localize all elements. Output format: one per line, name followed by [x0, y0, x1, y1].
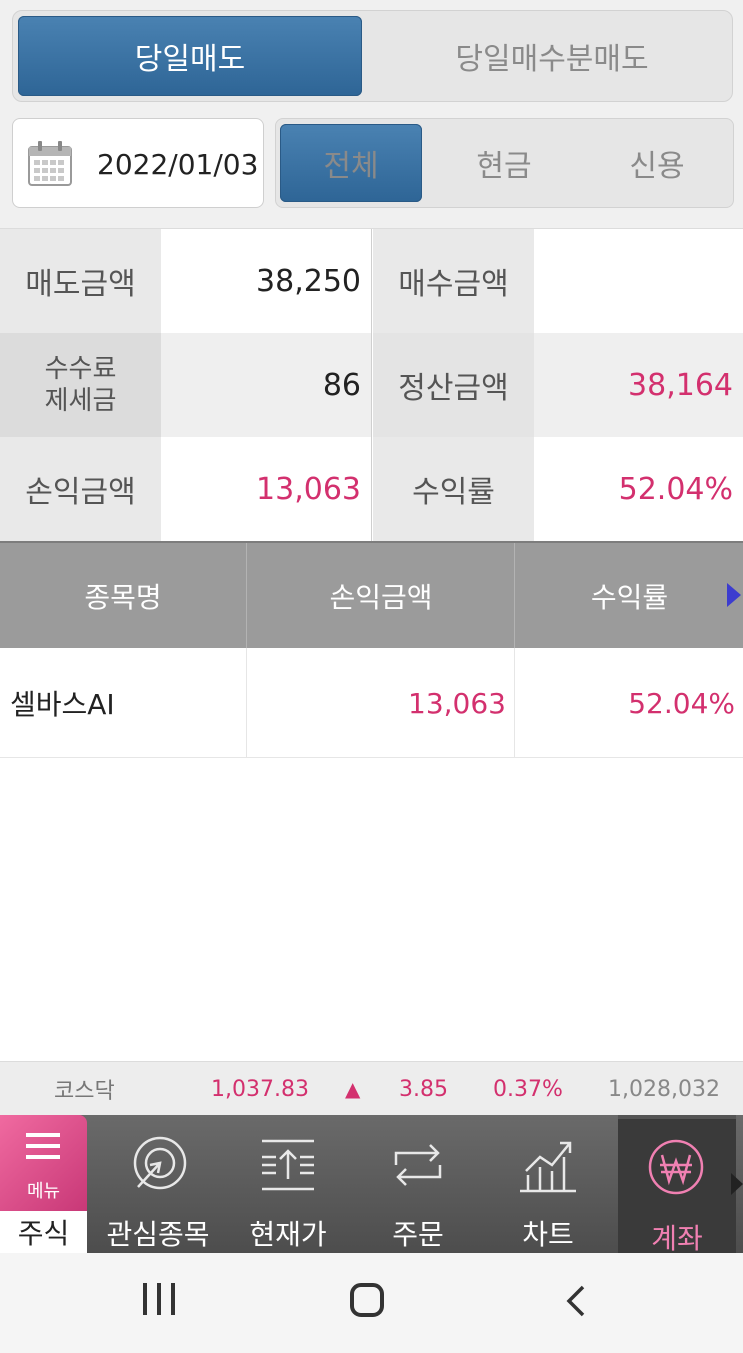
ticker-index-name: 코스닥 [54, 1079, 115, 1104]
chart-icon [520, 1141, 576, 1193]
filter-area: 당일매도 당일매수분매도 2022/01/03 전체 현금 신용 [0, 0, 743, 228]
bottom-tab-bar: 메뉴 주식 관심종목 현재가 주문 차트 계좌 [0, 1115, 743, 1255]
col-pl-amount[interactable]: 손익금액 [248, 543, 515, 648]
hamburger-icon [26, 1133, 60, 1159]
tab-chart[interactable]: 차트 [483, 1115, 613, 1253]
target-icon [133, 1136, 187, 1190]
fee-label: 수수료 [44, 354, 117, 384]
stock-return-rate: 52.04% [628, 686, 735, 720]
date-value: 2022/01/03 [97, 147, 259, 181]
tab-cash[interactable]: 현금 [433, 124, 575, 202]
settle-amount-value: 38,164 [534, 333, 743, 437]
tab-current-price[interactable]: 현재가 [223, 1115, 353, 1253]
tab-watchlist[interactable]: 관심종목 [93, 1115, 223, 1253]
stock-pl-amount: 13,063 [248, 648, 515, 758]
exchange-icon [394, 1144, 442, 1186]
return-rate-label: 수익률 [373, 437, 534, 541]
summary-row: 손익금액 13,063 수익률 52.04% [0, 437, 743, 541]
buy-amount-label: 매수금액 [373, 229, 534, 333]
won-coin-icon [648, 1139, 704, 1195]
ticker-volume: 1,028,032 [608, 1076, 720, 1102]
sell-amount-value: 38,250 [161, 229, 372, 333]
col-return-rate[interactable]: 수익률 [516, 543, 743, 648]
sell-type-segment: 당일매도 당일매수분매도 [12, 10, 733, 102]
tab-chart-label: 차트 [522, 1218, 574, 1251]
menu-label: 메뉴 [26, 1181, 61, 1202]
menu-button[interactable]: 메뉴 [0, 1115, 87, 1211]
pl-amount-label: 손익금액 [0, 437, 161, 541]
tab-order[interactable]: 주문 [353, 1115, 483, 1253]
tab-today-buy-sell[interactable]: 당일매수분매도 [375, 16, 729, 96]
tab-credit[interactable]: 신용 [586, 124, 728, 202]
sell-amount-label: 매도금액 [0, 229, 161, 333]
more-tabs-icon[interactable] [731, 1173, 743, 1195]
system-nav-bar [0, 1253, 743, 1353]
home-icon[interactable] [350, 1283, 384, 1317]
table-row[interactable]: 셀바스AI 13,063 52.04% [0, 648, 743, 758]
tab-watchlist-label: 관심종목 [106, 1218, 210, 1251]
date-picker[interactable]: 2022/01/03 [12, 118, 264, 208]
summary-row: 수수료 제세금 86 정산금액 38,164 [0, 333, 743, 437]
up-arrow-icon: ▲ [345, 1077, 361, 1101]
market-ticker[interactable]: 코스닥 1,037.83 ▲ 3.85 0.37% 1,028,032 [0, 1061, 743, 1115]
tab-account-label: 계좌 [651, 1222, 703, 1255]
ticker-index-value: 1,037.83 [211, 1076, 309, 1102]
buy-amount-value [534, 229, 743, 333]
tab-account[interactable]: 계좌 [618, 1115, 736, 1255]
fee-tax-label: 수수료 제세금 [0, 333, 161, 437]
tax-label: 제세금 [44, 386, 117, 416]
account-type-segment: 전체 현금 신용 [275, 118, 734, 208]
settle-amount-label: 정산금액 [373, 333, 534, 437]
stock-name: 셀바스AI [0, 648, 247, 758]
ticker-percent: 0.37% [493, 1076, 563, 1102]
summary-grid: 매도금액 38,250 매수금액 수수료 제세금 86 정산금액 38,164 … [0, 228, 743, 541]
price-list-icon [262, 1139, 314, 1191]
ticker-change: 3.85 [399, 1076, 448, 1102]
scroll-right-icon[interactable] [727, 583, 741, 607]
pl-amount-value: 13,063 [161, 437, 372, 541]
tab-all[interactable]: 전체 [280, 124, 422, 202]
col-stock-name[interactable]: 종목명 [0, 543, 247, 648]
recent-apps-icon[interactable] [143, 1283, 177, 1315]
tab-stock[interactable]: 주식 [0, 1211, 87, 1253]
calendar-icon [28, 141, 72, 186]
fee-tax-value: 86 [161, 333, 372, 437]
tab-order-label: 주문 [392, 1218, 444, 1251]
summary-row: 매도금액 38,250 매수금액 [0, 229, 743, 333]
tab-current-price-label: 현재가 [249, 1218, 327, 1251]
tab-today-sell[interactable]: 당일매도 [18, 16, 362, 96]
return-rate-value: 52.04% [534, 437, 743, 541]
table-header: 종목명 손익금액 수익률 [0, 541, 743, 648]
back-icon[interactable] [564, 1285, 588, 1317]
